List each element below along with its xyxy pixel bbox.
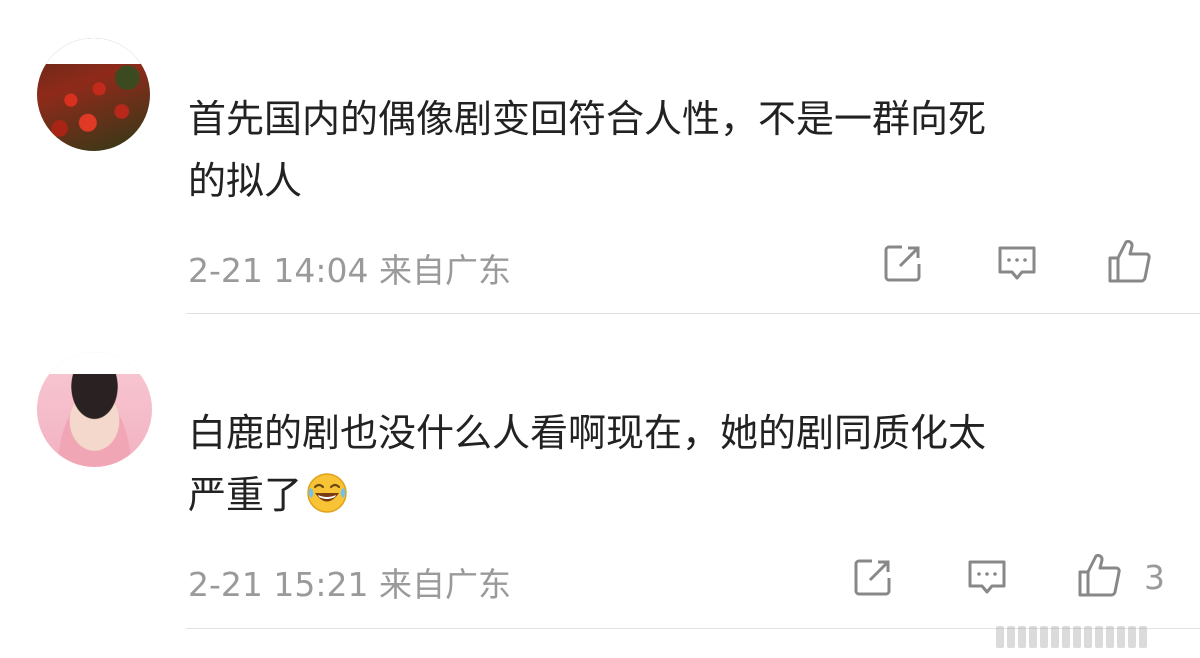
like-button[interactable] xyxy=(1076,552,1122,598)
comment-text-line1: 首先国内的偶像剧变回符合人性，不是一群向死 xyxy=(188,97,987,141)
comment-item: 白鹿的剧也没什么人看啊现在，她的剧同质化太 严重了 2-21 15:21 来自广… xyxy=(0,314,1200,644)
avatar-mask xyxy=(37,352,150,374)
comment-meta: 2-21 14:04 来自广东 xyxy=(188,244,511,292)
thumbs-up-icon xyxy=(1108,239,1151,283)
comment-icon xyxy=(998,246,1036,280)
avatar-mask xyxy=(37,38,150,64)
comment-text-line2: 的拟人 xyxy=(188,159,303,203)
avatar[interactable] xyxy=(37,38,150,151)
share-button[interactable] xyxy=(880,240,926,286)
like-button[interactable] xyxy=(1106,238,1152,284)
comment-item: 首先国内的偶像剧变回符合人性，不是一群向死 的拟人 2-21 14:04 来自广… xyxy=(0,0,1200,314)
comment-button[interactable] xyxy=(964,554,1010,600)
comment-text-line1: 白鹿的剧也没什么人看啊现在，她的剧同质化太 xyxy=(188,411,987,455)
comment-icon xyxy=(968,560,1006,594)
comment-time: 2-21 15:21 xyxy=(188,565,369,604)
share-icon xyxy=(854,559,891,596)
comment-text: 首先国内的偶像剧变回符合人性，不是一群向死 的拟人 xyxy=(188,88,1148,212)
watermark xyxy=(996,624,1186,650)
share-button[interactable] xyxy=(850,554,896,600)
comment-location: 来自广东 xyxy=(379,565,511,604)
comment-meta: 2-21 15:21 来自广东 xyxy=(188,558,511,606)
laugh-cry-emoji xyxy=(307,473,347,513)
comment-text: 白鹿的剧也没什么人看啊现在，她的剧同质化太 严重了 xyxy=(188,402,1148,526)
comment-button[interactable] xyxy=(994,240,1040,286)
avatar[interactable] xyxy=(37,352,152,467)
like-count: 3 xyxy=(1144,558,1165,597)
comment-time: 2-21 14:04 xyxy=(188,251,369,290)
share-icon xyxy=(884,245,921,282)
comment-location: 来自广东 xyxy=(379,251,511,290)
comment-text-line2: 严重了 xyxy=(188,473,303,517)
thumbs-up-icon xyxy=(1078,553,1121,597)
